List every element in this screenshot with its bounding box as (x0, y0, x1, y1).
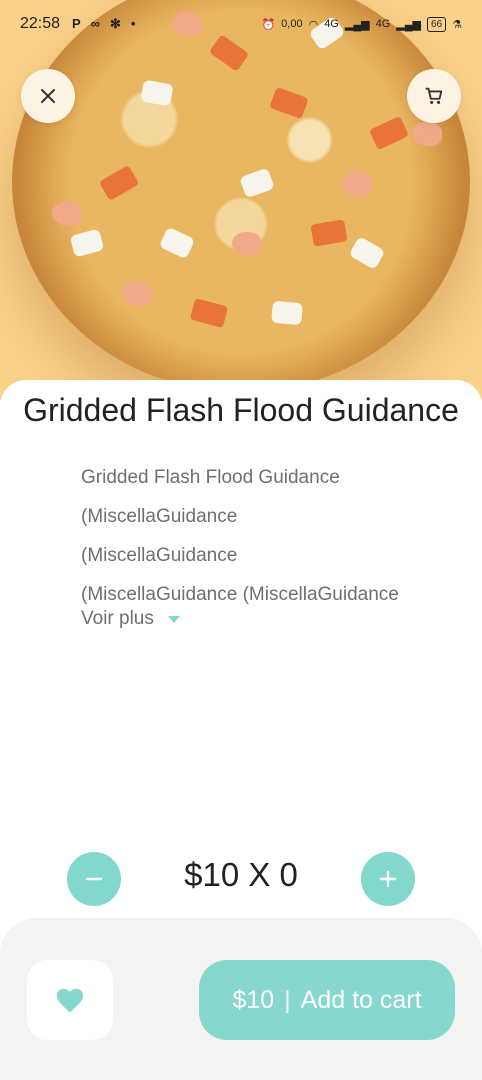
product-description: Gridded Flash Flood Guidance (MiscellaGu… (81, 458, 411, 614)
add-to-cart-label: Add to cart (300, 985, 422, 1014)
see-more-toggle[interactable]: Voir plus (81, 608, 180, 630)
see-more-label: Voir plus (81, 608, 154, 629)
decrease-quantity-button[interactable] (67, 852, 121, 906)
add-to-cart-button[interactable]: $10 | Add to cart (199, 960, 455, 1040)
heart-icon (56, 988, 84, 1013)
close-icon (41, 89, 55, 103)
cart-icon (425, 87, 443, 104)
status-left-icons: P ∞ ✻ • (72, 16, 135, 32)
plus-icon (379, 870, 397, 888)
product-title: Gridded Flash Flood Guidance (23, 392, 459, 428)
infinity-icon: ∞ (90, 16, 100, 31)
cart-button[interactable] (407, 69, 461, 123)
network1-text: 4G (324, 18, 339, 30)
bottom-action-bar: $10 | Add to cart (0, 918, 482, 1080)
quantity-display: $10 X 0 (184, 856, 298, 893)
speed-text: 0,00 (281, 18, 303, 30)
status-right-icons: ⏰ 0,00 ◠ 4G ▂▄▆ 4G ▂▄▆ 66 ⚗ (261, 16, 462, 32)
description-line: (MiscellaGuidance (81, 506, 238, 527)
add-to-cart-separator: | (284, 985, 291, 1014)
pizza-image (12, 0, 470, 392)
product-hero: 22:58 P ∞ ✻ • ⏰ 0,00 ◠ 4G ▂▄▆ 4G ▂▄▆ 66 … (0, 0, 482, 400)
increase-quantity-button[interactable] (361, 852, 415, 906)
add-to-cart-price: $10 (232, 985, 275, 1014)
favorite-button[interactable] (27, 960, 113, 1040)
network2-text: 4G (375, 18, 391, 30)
battery-icon: 66 (427, 16, 447, 32)
p-icon: P (72, 16, 81, 31)
flask-icon: ⚗ (452, 18, 462, 31)
chevron-down-icon (167, 615, 180, 623)
signal2-icon: ▂▄▆ (396, 18, 421, 31)
description-line: Gridded Flash Flood Guidance (81, 467, 340, 488)
status-bar: 22:58 P ∞ ✻ • ⏰ 0,00 ◠ 4G ▂▄▆ 4G ▂▄▆ 66 … (0, 0, 482, 48)
status-time: 22:58 (20, 15, 61, 32)
cog-icon: ✻ (110, 16, 121, 31)
signal1-icon: ▂▄▆ (344, 18, 370, 31)
description-line: (MiscellaGuidance (81, 545, 238, 566)
close-button[interactable] (21, 69, 75, 123)
dot-icon: • (130, 16, 136, 31)
alarm-icon: ⏰ (261, 18, 276, 31)
wifi-icon: ◠ (308, 18, 319, 31)
minus-icon (85, 877, 103, 881)
